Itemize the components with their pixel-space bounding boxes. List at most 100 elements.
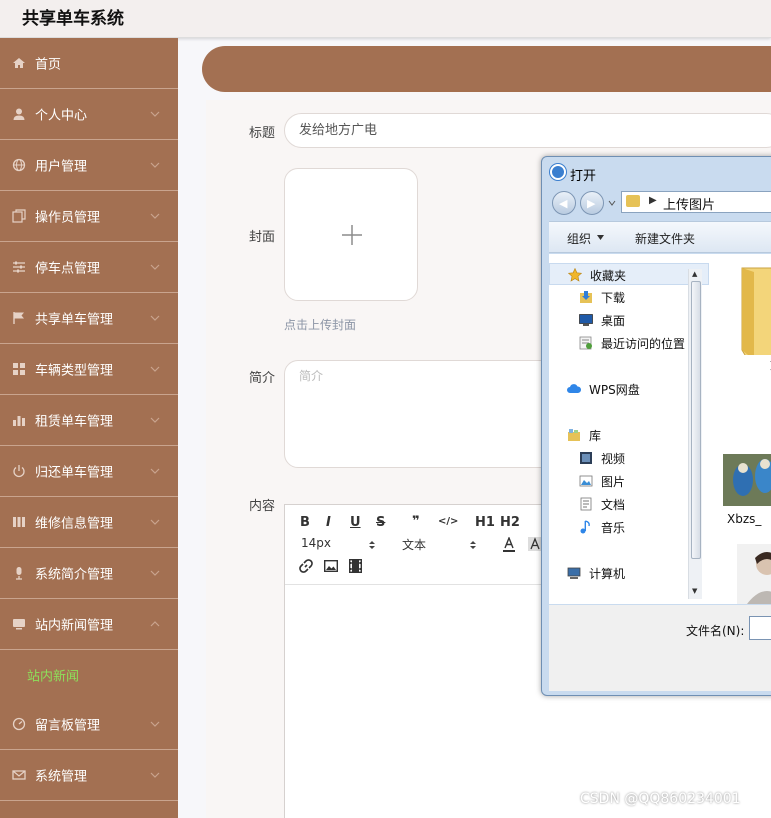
desktop-icon (579, 314, 593, 326)
home-icon (12, 56, 26, 70)
pictures-icon (579, 475, 593, 487)
filename-input[interactable] (749, 616, 771, 640)
nav-item-computer[interactable]: 计算机 (549, 562, 709, 584)
nav-item-label: 图片 (601, 475, 626, 489)
code-button[interactable]: </> (438, 516, 458, 527)
nav-item-recent[interactable]: 最近访问的位置 (549, 332, 709, 354)
file-list: 文 Xbzs_ (709, 254, 771, 604)
sidebar-item-label: 操作员管理 (35, 210, 101, 226)
sidebar-item-label: 用户管理 (35, 159, 88, 175)
cover-upload[interactable] (284, 168, 418, 301)
sidebar-item-system[interactable]: 系统管理 (0, 750, 178, 801)
nav-item-favorites[interactable]: 收藏夹 (549, 263, 709, 285)
chevron-down-icon (150, 264, 160, 270)
sidebar-item-system-intro[interactable]: 系统简介管理 (0, 548, 178, 599)
navigation-scrollbar[interactable]: ▲ ▼ (688, 269, 702, 599)
font-size-select[interactable]: 14px (301, 536, 331, 550)
recent-locations-icon[interactable] (608, 200, 616, 206)
file-item-thumbnail[interactable] (737, 544, 771, 604)
sidebar-item-label: 租赁单车管理 (35, 414, 114, 430)
nav-item-label: 音乐 (601, 521, 626, 535)
sidebar-item-label: 首页 (35, 57, 62, 73)
organize-button[interactable]: 组织 (567, 230, 591, 247)
nav-item-label: 文档 (601, 498, 626, 512)
image-icon[interactable] (324, 560, 338, 572)
blockquote-button[interactable]: ❞ (412, 514, 420, 529)
scroll-up-icon[interactable]: ▲ (692, 270, 697, 278)
nav-item-wps-cloud[interactable]: WPS网盘 (549, 378, 709, 400)
forward-button[interactable]: ▶ (580, 191, 604, 215)
nav-item-libraries[interactable]: 库 (549, 424, 709, 446)
sidebar-item-rentals[interactable]: 租赁单车管理 (0, 395, 178, 446)
sidebar-item-label: 车辆类型管理 (35, 363, 114, 379)
sidebar-item-repairs[interactable]: 维修信息管理 (0, 497, 178, 548)
open-file-dialog: 打开 ◀ ▶ ▶ 上传图片 组织 新建文件夹 收藏夹 下载 桌面 最近访问的位置 (541, 156, 771, 696)
title-input[interactable]: 发给地方广电 (284, 113, 771, 148)
breadcrumb-arrow-icon: ▶ (649, 195, 657, 206)
nav-item-documents[interactable]: 文档 (549, 493, 709, 515)
user-icon (12, 107, 26, 121)
sliders-icon (12, 260, 26, 274)
sidebar-item-vehicle-types[interactable]: 车辆类型管理 (0, 344, 178, 395)
sidebar-item-home[interactable]: 首页 (0, 38, 178, 89)
globe-icon (12, 158, 26, 172)
mic-icon (12, 566, 26, 580)
chevron-down-icon (150, 417, 160, 423)
video-icon[interactable] (349, 559, 362, 573)
sidebar-item-returns[interactable]: 归还单车管理 (0, 446, 178, 497)
cloud-icon (567, 384, 581, 393)
cover-upload-tip[interactable]: 点击上传封面 (284, 316, 356, 333)
new-folder-button[interactable]: 新建文件夹 (635, 230, 695, 247)
h2-button[interactable]: H2 (500, 515, 520, 530)
nav-item-desktop[interactable]: 桌面 (549, 309, 709, 331)
strike-button[interactable]: S (376, 515, 385, 530)
sidebar-item-users[interactable]: 用户管理 (0, 140, 178, 191)
underline-button[interactable]: U (350, 515, 361, 530)
sidebar-item-label: 个人中心 (35, 108, 88, 124)
sidebar-item-parking[interactable]: 停车点管理 (0, 242, 178, 293)
back-button[interactable]: ◀ (552, 191, 576, 215)
sidebar: 首页 个人中心 用户管理 操作员管理 停车点管理 共享单车管理 车辆类型管理 租… (0, 38, 178, 818)
scrollbar-thumb[interactable] (691, 281, 701, 559)
nav-item-label: 桌面 (601, 314, 626, 328)
nav-item-videos[interactable]: 视频 (549, 447, 709, 469)
nav-item-downloads[interactable]: 下载 (549, 286, 709, 308)
scroll-down-icon[interactable]: ▼ (692, 587, 697, 595)
library-icon (568, 429, 580, 441)
sidebar-subitem-news[interactable]: 站内新闻 (0, 652, 178, 698)
file-item-label: Xbzs_ (727, 512, 762, 526)
chevron-down-icon (150, 315, 160, 321)
video-icon (580, 452, 592, 464)
italic-button[interactable]: I (326, 515, 331, 530)
sidebar-item-label: 归还单车管理 (35, 465, 114, 481)
sidebar-item-label: 站内新闻管理 (35, 618, 114, 634)
folder-icon (626, 195, 640, 207)
sidebar-item-profile[interactable]: 个人中心 (0, 89, 178, 140)
sidebar-item-label: 留言板管理 (35, 718, 101, 734)
link-icon[interactable] (299, 559, 313, 573)
nav-item-music[interactable]: 音乐 (549, 516, 709, 538)
chevron-down-icon (150, 570, 160, 576)
bold-button[interactable]: B (300, 515, 310, 530)
chevron-down-icon (150, 111, 160, 117)
file-item[interactable]: 文 (734, 260, 771, 372)
h1-button[interactable]: H1 (475, 515, 495, 530)
power-icon (12, 464, 26, 478)
select-arrows-icon (369, 541, 375, 549)
chevron-down-icon (150, 772, 160, 778)
address-bar[interactable]: ▶ 上传图片 (621, 191, 771, 213)
select-arrows-icon (470, 541, 476, 549)
font-color-icon[interactable] (502, 537, 516, 553)
copy-icon (12, 209, 26, 223)
file-item[interactable]: Xbzs_ (723, 454, 771, 534)
chevron-down-icon (150, 721, 160, 727)
content-label: 内容 (249, 499, 276, 514)
text-style-select[interactable]: 文本 (402, 536, 426, 553)
sidebar-item-operators[interactable]: 操作员管理 (0, 191, 178, 242)
sidebar-item-news[interactable]: 站内新闻管理 (0, 599, 178, 650)
sidebar-item-message-board[interactable]: 留言板管理 (0, 699, 178, 750)
nav-item-pictures[interactable]: 图片 (549, 470, 709, 492)
sidebar-item-bikes[interactable]: 共享单车管理 (0, 293, 178, 344)
title-label: 标题 (249, 126, 276, 141)
background-color-icon[interactable] (528, 537, 542, 551)
